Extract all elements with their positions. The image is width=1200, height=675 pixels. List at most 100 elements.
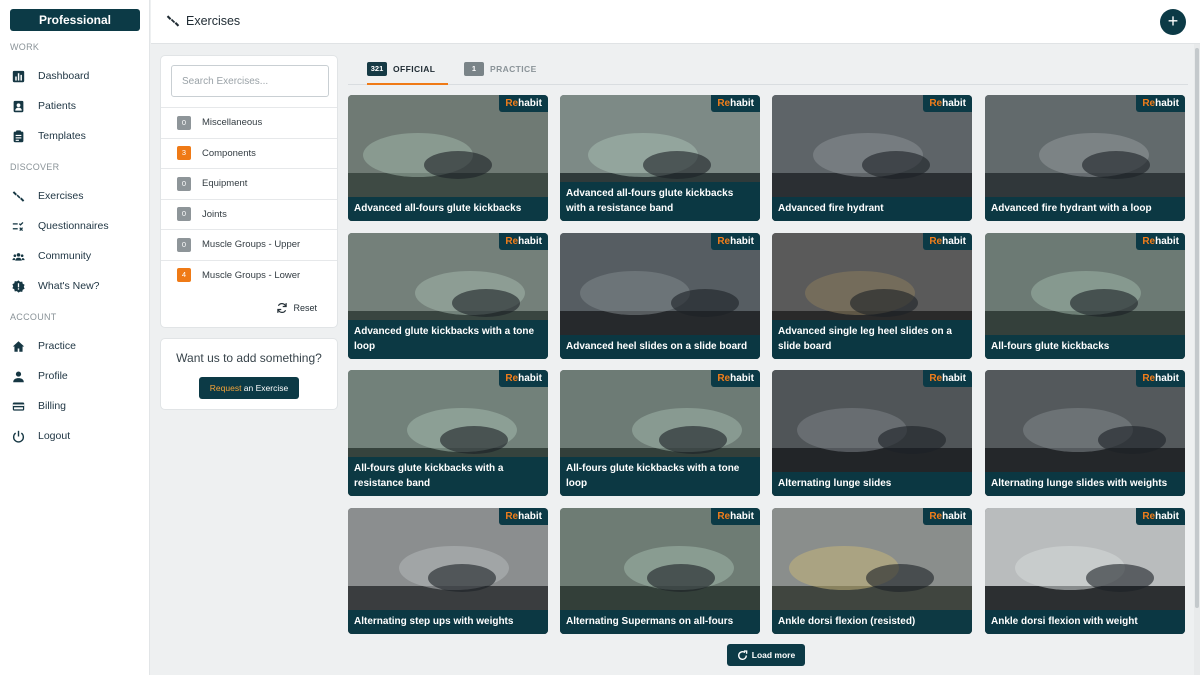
home-icon — [11, 339, 25, 353]
sidebar-item-label: Community — [38, 250, 92, 262]
exercise-card[interactable]: Rehabit Advanced heel slides on a slide b… — [560, 233, 760, 359]
sidebar-item-label: Templates — [38, 130, 86, 142]
exercise-title: Advanced glute kickbacks with a tone loo… — [348, 320, 548, 359]
brand-badge: Rehabit — [923, 233, 972, 250]
sidebar-item-label: Logout — [38, 430, 71, 442]
exercise-tabs: 321 OFFICIAL 1 PRACTICE — [348, 55, 1188, 85]
tab-label: PRACTICE — [490, 64, 537, 74]
category-item[interactable]: 0 Joints — [161, 198, 337, 229]
brand-badge: Rehabit — [499, 370, 548, 387]
sidebar-item-whats-new[interactable]: What's New? — [0, 274, 150, 298]
page-title: Exercises — [186, 14, 241, 28]
exercise-card[interactable]: Rehabit Advanced glute kickbacks with a t… — [348, 233, 548, 359]
sidebar-item-exercises[interactable]: Exercises — [0, 184, 150, 208]
request-label-rest: an Exercise — [241, 383, 289, 393]
exercise-card[interactable]: Rehabit Advanced all-fours glute kickback… — [560, 95, 760, 221]
sidebar-item-questionnaires[interactable]: Questionnaires — [0, 214, 150, 238]
brand-badge: Rehabit — [499, 95, 548, 112]
request-label-accent: Request — [209, 383, 242, 393]
plan-button[interactable]: Professional — [10, 9, 140, 31]
category-name: Miscellaneous — [202, 117, 263, 128]
category-count-badge: 0 — [177, 207, 191, 221]
exercise-title: Advanced all-fours glute kickbacks — [348, 197, 548, 221]
category-item[interactable]: 3 Components — [161, 137, 337, 168]
exercise-card[interactable]: Rehabit Ankle dorsi flexion (resisted) — [772, 508, 972, 634]
exercise-card[interactable]: Rehabit Alternating lunge slides with wei… — [985, 370, 1185, 496]
category-item[interactable]: 0 Equipment — [161, 168, 337, 198]
exercise-card[interactable]: Rehabit Alternating lunge slides — [772, 370, 972, 496]
sidebar-item-label: Profile — [38, 370, 68, 382]
sidebar-item-community[interactable]: Community — [0, 244, 150, 268]
scrollbar-thumb[interactable] — [1195, 48, 1199, 608]
exercise-title: Ankle dorsi flexion (resisted) — [772, 610, 972, 634]
load-more-button[interactable]: Load more — [727, 644, 805, 666]
exercise-title: Advanced all-fours glute kickbacks with … — [560, 182, 760, 221]
exercise-card[interactable]: Rehabit Ankle dorsi flexion with weight — [985, 508, 1185, 634]
section-title-account: ACCOUNT — [10, 312, 57, 322]
request-question: Want us to add something? — [176, 351, 322, 365]
brand-badge: Rehabit — [923, 95, 972, 112]
sidebar-item-billing[interactable]: Billing — [0, 394, 150, 418]
exercise-card[interactable]: Rehabit Advanced single leg heel slides o… — [772, 233, 972, 359]
tab-practice[interactable]: 1 PRACTICE — [464, 62, 544, 85]
section-title-discover: DISCOVER — [10, 162, 60, 172]
sidebar-item-profile[interactable]: Profile — [0, 364, 150, 388]
sidebar-item-label: Practice — [38, 340, 76, 352]
dumbbell-icon — [11, 189, 25, 203]
search-input[interactable] — [171, 65, 329, 97]
exercise-title: All-fours glute kickbacks with a tone lo… — [560, 457, 760, 496]
sidebar-item-label: Questionnaires — [38, 220, 109, 232]
category-count-badge: 4 — [177, 268, 191, 282]
exercise-card[interactable]: Rehabit Advanced fire hydrant — [772, 95, 972, 221]
category-item[interactable]: 0 Muscle Groups - Upper — [161, 229, 337, 259]
category-count-badge: 0 — [177, 237, 191, 252]
exercise-card[interactable]: Rehabit Advanced all-fours glute kickback… — [348, 95, 548, 221]
refresh-icon — [277, 303, 288, 313]
person-icon — [11, 369, 25, 383]
brand-badge: Rehabit — [923, 370, 972, 387]
refresh-icon — [737, 649, 748, 660]
power-icon — [11, 429, 25, 443]
add-exercise-button[interactable]: + — [1160, 9, 1186, 35]
sidebar-item-templates[interactable]: Templates — [0, 124, 150, 148]
exercise-title: All-fours glute kickbacks with a resista… — [348, 457, 548, 496]
exercise-title: Advanced single leg heel slides on a sli… — [772, 320, 972, 359]
scrollbar[interactable] — [1194, 44, 1200, 675]
sidebar-item-label: What's New? — [38, 280, 100, 292]
category-name: Joints — [202, 208, 227, 220]
sidebar-item-patients[interactable]: Patients — [0, 94, 150, 118]
exercise-card[interactable]: Rehabit Advanced fire hydrant with a loop — [985, 95, 1185, 221]
sidebar-item-label: Exercises — [38, 190, 84, 202]
request-exercise-button[interactable]: Request an Exercise — [199, 377, 299, 399]
exercise-card[interactable]: Rehabit All-fours glute kickbacks with a … — [560, 370, 760, 496]
brand-badge: Rehabit — [499, 508, 548, 525]
exercise-card[interactable]: Rehabit All-fours glute kickbacks — [985, 233, 1185, 359]
exercise-title: Advanced heel slides on a slide board — [560, 335, 760, 359]
request-panel: Want us to add something? Request an Exe… — [160, 338, 338, 410]
exercise-title: All-fours glute kickbacks — [985, 335, 1185, 359]
tab-count: 1 — [464, 62, 484, 76]
sidebar-item-dashboard[interactable]: Dashboard — [0, 64, 150, 88]
exercise-card[interactable]: Rehabit Alternating step ups with weights — [348, 508, 548, 634]
sidebar-item-label: Billing — [38, 400, 67, 412]
exercise-title: Alternating lunge slides — [772, 472, 972, 496]
category-name: Components — [202, 147, 256, 159]
exercise-card[interactable]: Rehabit Alternating Supermans on all-four… — [560, 508, 760, 634]
tab-label: OFFICIAL — [393, 64, 436, 74]
brand-badge: Rehabit — [923, 508, 972, 525]
brand-badge: Rehabit — [1136, 233, 1185, 250]
brand-badge: Rehabit — [711, 95, 760, 112]
load-more-label: Load more — [751, 650, 796, 660]
category-item[interactable]: 4 Muscle Groups - Lower — [161, 259, 337, 290]
category-name: Equipment — [202, 178, 248, 189]
category-item[interactable]: 0 Miscellaneous — [161, 107, 337, 137]
tab-official[interactable]: 321 OFFICIAL — [367, 62, 448, 85]
category-name: Muscle Groups - Lower — [202, 269, 301, 281]
exercise-title: Ankle dorsi flexion with weight — [985, 610, 1185, 634]
patient-badge-icon — [11, 99, 25, 113]
sidebar-item-practice[interactable]: Practice — [0, 334, 150, 358]
sidebar-item-logout[interactable]: Logout — [0, 424, 150, 448]
reset-label: Reset — [293, 303, 317, 313]
exercise-card[interactable]: Rehabit All-fours glute kickbacks with a … — [348, 370, 548, 496]
reset-button[interactable]: Reset — [276, 302, 317, 314]
